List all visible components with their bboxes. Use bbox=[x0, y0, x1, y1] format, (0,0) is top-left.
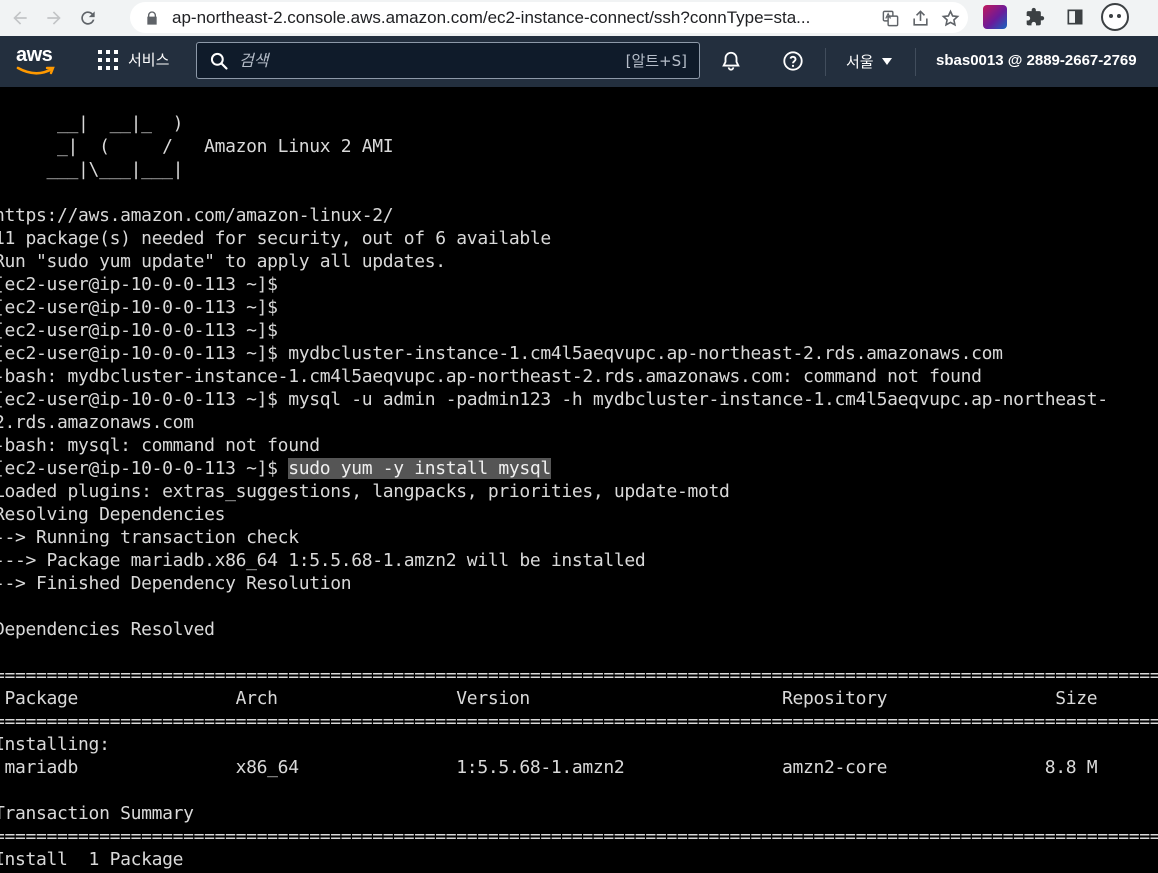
notifications-button[interactable] bbox=[719, 49, 743, 73]
url-text: ap-northeast-2.console.aws.amazon.com/ec… bbox=[172, 7, 811, 27]
terminal-line: Installing: bbox=[0, 734, 110, 755]
reload-icon bbox=[81, 11, 95, 25]
terminal-line: Resolving Dependencies bbox=[0, 504, 226, 525]
terminal-line: --> Running transaction check bbox=[0, 527, 299, 548]
header-divider bbox=[915, 48, 916, 76]
profile-button[interactable] bbox=[1098, 2, 1132, 32]
terminal-line: [ec2-user@ip-10-0-0-113 ~]$ bbox=[0, 274, 278, 295]
lock-icon bbox=[147, 10, 157, 25]
aws-logo-text: aws bbox=[16, 44, 53, 66]
terminal-line: -bash: mydbcluster-instance-1.cm4l5aeqvu… bbox=[0, 366, 982, 387]
back-button[interactable] bbox=[6, 4, 34, 32]
search-icon bbox=[210, 52, 228, 70]
puzzle-icon bbox=[1026, 7, 1045, 26]
terminal-line: ========================================… bbox=[0, 711, 1158, 732]
ssh-terminal[interactable]: __| __|_ ) _| ( / Amazon Linux 2 AMI ___… bbox=[0, 87, 1158, 873]
aws-console-header: aws 서비스 [알트+S] 서울 sbas0013 @ 2889-2667-2… bbox=[0, 36, 1158, 87]
region-selector[interactable]: 서울 bbox=[846, 51, 892, 72]
terminal-line: --> Finished Dependency Resolution bbox=[0, 573, 352, 594]
terminal-line: mariadb x86_64 1:5.5.68-1.amzn2 amzn2-co… bbox=[0, 757, 1098, 778]
caret-down-icon bbox=[881, 58, 892, 65]
terminal-line: Install 1 Package bbox=[0, 849, 184, 870]
bookmark-button[interactable] bbox=[938, 6, 962, 30]
aws-logo[interactable]: aws bbox=[16, 45, 58, 77]
share-button[interactable] bbox=[908, 6, 932, 30]
search-box[interactable]: [알트+S] bbox=[196, 42, 700, 79]
header-divider bbox=[825, 48, 826, 76]
terminal-line: Loaded plugins: extras_suggestions, lang… bbox=[0, 481, 730, 502]
account-menu[interactable]: sbas0013 @ 2889-2667-2769 bbox=[936, 52, 1137, 69]
translate-button[interactable] bbox=[878, 6, 902, 30]
extension-avatar-icon bbox=[983, 5, 1007, 29]
terminal-line: ___|\___|___| bbox=[0, 159, 184, 180]
terminal-line: ========================================… bbox=[0, 826, 1158, 847]
forward-button[interactable] bbox=[40, 4, 68, 32]
grid-icon bbox=[98, 49, 118, 70]
region-label: 서울 bbox=[846, 53, 874, 71]
terminal-line: -bash: mysql: command not found bbox=[0, 435, 320, 456]
help-icon bbox=[783, 51, 803, 71]
terminal-line: __| __|_ ) bbox=[0, 113, 184, 134]
extensions-menu-button[interactable] bbox=[1018, 2, 1052, 32]
bell-icon bbox=[722, 51, 740, 71]
terminal-line: [ec2-user@ip-10-0-0-113 ~]$ mysql -u adm… bbox=[0, 389, 1108, 410]
share-icon bbox=[912, 9, 928, 26]
browser-toolbar: ap-northeast-2.console.aws.amazon.com/ec… bbox=[0, 0, 1158, 36]
address-bar[interactable]: ap-northeast-2.console.aws.amazon.com/ec… bbox=[130, 2, 968, 33]
arrow-right-icon bbox=[47, 11, 61, 25]
search-shortcut-hint: [알트+S] bbox=[625, 52, 687, 70]
services-menu-button[interactable]: 서비스 bbox=[98, 49, 169, 70]
terminal-line: _| ( / Amazon Linux 2 AMI bbox=[0, 136, 394, 157]
terminal-line: [ec2-user@ip-10-0-0-113 ~]$ sudo yum -y … bbox=[0, 458, 551, 479]
terminal-line: ========================================… bbox=[0, 665, 1158, 686]
terminal-line: Dependencies Resolved bbox=[0, 619, 215, 640]
terminal-line: Transaction Summary bbox=[0, 803, 194, 824]
side-panel-button[interactable] bbox=[1058, 2, 1092, 32]
help-button[interactable] bbox=[781, 49, 805, 73]
star-icon bbox=[941, 8, 959, 26]
smile-arrow-icon bbox=[16, 66, 55, 75]
arrow-left-icon bbox=[13, 11, 27, 25]
terminal-line: Package Arch Version Repository Size bbox=[0, 688, 1098, 709]
terminal-line: 2.rds.amazonaws.com bbox=[0, 412, 194, 433]
profile-avatar-icon bbox=[1101, 3, 1129, 31]
terminal-line: https://aws.amazon.com/amazon-linux-2/ bbox=[0, 205, 394, 226]
search-input[interactable] bbox=[239, 51, 599, 70]
selected-command: sudo yum -y install mysql bbox=[288, 458, 551, 479]
terminal-line: [ec2-user@ip-10-0-0-113 ~]$ bbox=[0, 320, 278, 341]
translate-icon bbox=[882, 10, 898, 26]
extension-button[interactable] bbox=[978, 2, 1012, 32]
terminal-line: 11 package(s) needed for security, out o… bbox=[0, 228, 551, 249]
reload-button[interactable] bbox=[74, 4, 102, 32]
terminal-line: Run "sudo yum update" to apply all updat… bbox=[0, 251, 446, 272]
side-panel-icon bbox=[1067, 9, 1083, 25]
terminal-line: [ec2-user@ip-10-0-0-113 ~]$ mydbcluster-… bbox=[0, 343, 1003, 364]
terminal-line: [ec2-user@ip-10-0-0-113 ~]$ bbox=[0, 297, 278, 318]
services-label: 서비스 bbox=[128, 51, 170, 69]
terminal-line: ---> Package mariadb.x86_64 1:5.5.68-1.a… bbox=[0, 550, 646, 571]
